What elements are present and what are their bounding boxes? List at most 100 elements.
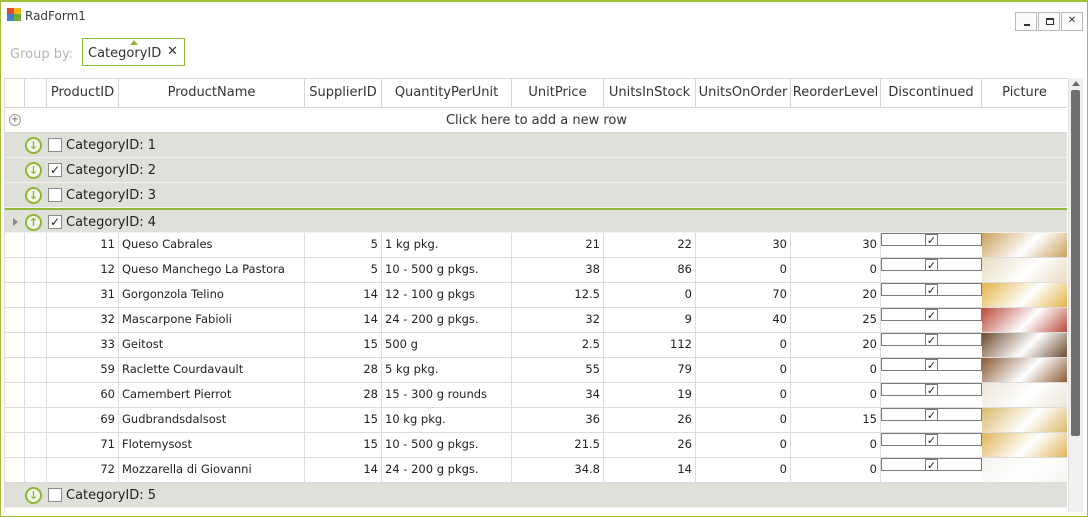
cell-productid[interactable]: 31 (47, 283, 119, 307)
cell-picture[interactable] (982, 283, 1067, 307)
expand-group-icon[interactable]: ↓ (25, 187, 42, 204)
cell-unitsonorder[interactable]: 40 (696, 308, 791, 332)
cell-productname[interactable]: Mozzarella di Giovanni (119, 458, 305, 482)
close-button[interactable]: ✕ (1061, 12, 1083, 31)
group-checkbox[interactable] (48, 488, 62, 502)
column-header-discontinued[interactable]: Discontinued (881, 79, 982, 108)
expand-group-icon[interactable]: ↓ (25, 162, 42, 179)
new-row[interactable]: + Click here to add a new row (5, 108, 1067, 133)
cell-productname[interactable]: Camembert Pierrot (119, 383, 305, 407)
cell-picture[interactable] (982, 433, 1067, 457)
title-bar[interactable]: RadForm1 ✕ (1, 2, 1087, 32)
cell-unitprice[interactable]: 12.5 (512, 283, 604, 307)
cell-unitprice[interactable]: 21 (512, 233, 604, 257)
group-row[interactable]: ↓ CategoryID: 1 (5, 133, 1067, 158)
cell-quantityperunit[interactable]: 15 - 300 g rounds (382, 383, 512, 407)
cell-supplierid[interactable]: 14 (305, 283, 382, 307)
cell-unitsinstock[interactable]: 112 (604, 333, 696, 357)
discontinued-checkbox[interactable]: ✓ (925, 234, 938, 245)
group-checkbox[interactable]: ✓ (48, 215, 62, 229)
discontinued-checkbox[interactable]: ✓ (925, 409, 938, 420)
cell-unitprice[interactable]: 34 (512, 383, 604, 407)
cell-unitsonorder[interactable]: 0 (696, 383, 791, 407)
cell-productname[interactable]: Raclette Courdavault (119, 358, 305, 382)
cell-quantityperunit[interactable]: 12 - 100 g pkgs (382, 283, 512, 307)
collapse-group-icon[interactable]: ↑ (25, 214, 42, 231)
cell-reorderlevel[interactable]: 25 (791, 308, 881, 332)
cell-unitsonorder[interactable]: 0 (696, 358, 791, 382)
remove-group-icon[interactable]: ✕ (167, 44, 178, 59)
cell-unitsinstock[interactable]: 26 (604, 433, 696, 457)
expand-group-icon[interactable]: ↓ (25, 487, 42, 504)
cell-unitprice[interactable]: 55 (512, 358, 604, 382)
cell-unitsonorder[interactable]: 0 (696, 433, 791, 457)
cell-quantityperunit[interactable]: 1 kg pkg. (382, 233, 512, 257)
cell-reorderlevel[interactable]: 0 (791, 383, 881, 407)
table-row[interactable]: 71 Flotemysost 15 10 - 500 g pkgs. 21.5 26 0 0 ✓ (5, 433, 1067, 458)
group-row[interactable]: ↓ CategoryID: 5 (5, 483, 1067, 508)
cell-quantityperunit[interactable]: 24 - 200 g pkgs. (382, 458, 512, 482)
cell-unitsinstock[interactable]: 79 (604, 358, 696, 382)
table-row[interactable]: 33 Geitost 15 500 g 2.5 112 0 20 ✓ (5, 333, 1067, 358)
cell-unitsonorder[interactable]: 0 (696, 458, 791, 482)
cell-productname[interactable]: Gorgonzola Telino (119, 283, 305, 307)
cell-supplierid[interactable]: 15 (305, 408, 382, 432)
cell-productid[interactable]: 72 (47, 458, 119, 482)
cell-unitsonorder[interactable]: 0 (696, 333, 791, 357)
cell-reorderlevel[interactable]: 30 (791, 233, 881, 257)
cell-unitprice[interactable]: 21.5 (512, 433, 604, 457)
cell-discontinued[interactable]: ✓ (881, 358, 982, 371)
cell-productname[interactable]: Queso Cabrales (119, 233, 305, 257)
discontinued-checkbox[interactable]: ✓ (925, 434, 938, 445)
cell-productid[interactable]: 69 (47, 408, 119, 432)
data-grid[interactable]: ProductID ProductName SupplierID QuantityPe… (4, 78, 1067, 512)
group-row[interactable]: ↑ ✓ CategoryID: 4 (5, 208, 1067, 233)
cell-supplierid[interactable]: 28 (305, 383, 382, 407)
cell-discontinued[interactable]: ✓ (881, 433, 982, 446)
cell-picture[interactable] (982, 233, 1067, 257)
cell-productid[interactable]: 71 (47, 433, 119, 457)
cell-productid[interactable]: 33 (47, 333, 119, 357)
cell-unitsinstock[interactable]: 19 (604, 383, 696, 407)
table-row[interactable]: 59 Raclette Courdavault 28 5 kg pkg. 55 79 0 0 ✓ (5, 358, 1067, 383)
cell-unitprice[interactable]: 36 (512, 408, 604, 432)
cell-productid[interactable]: 59 (47, 358, 119, 382)
table-row[interactable]: 60 Camembert Pierrot 28 15 - 300 g rounds 34… (5, 383, 1067, 408)
cell-picture[interactable] (982, 408, 1067, 432)
cell-unitprice[interactable]: 34.8 (512, 458, 604, 482)
cell-productid[interactable]: 60 (47, 383, 119, 407)
table-row[interactable]: 11 Queso Cabrales 5 1 kg pkg. 21 22 30 30 ✓ (5, 233, 1067, 258)
cell-productid[interactable]: 12 (47, 258, 119, 282)
discontinued-checkbox[interactable]: ✓ (925, 309, 938, 320)
cell-productname[interactable]: Flotemysost (119, 433, 305, 457)
cell-picture[interactable] (982, 308, 1067, 332)
cell-unitsinstock[interactable]: 14 (604, 458, 696, 482)
column-header-unitprice[interactable]: UnitPrice (512, 79, 604, 108)
discontinued-checkbox[interactable]: ✓ (925, 259, 938, 270)
cell-unitsonorder[interactable]: 0 (696, 258, 791, 282)
column-header-productname[interactable]: ProductName (119, 79, 305, 108)
cell-unitsinstock[interactable]: 22 (604, 233, 696, 257)
table-row[interactable]: 72 Mozzarella di Giovanni 14 24 - 200 g pkg… (5, 458, 1067, 483)
cell-unitsinstock[interactable]: 86 (604, 258, 696, 282)
group-checkbox[interactable]: ✓ (48, 163, 62, 177)
cell-productname[interactable]: Queso Manchego La Pastora (119, 258, 305, 282)
cell-unitsinstock[interactable]: 9 (604, 308, 696, 332)
group-row[interactable]: ↓ ✓ CategoryID: 2 (5, 158, 1067, 183)
cell-supplierid[interactable]: 5 (305, 258, 382, 282)
cell-reorderlevel[interactable]: 0 (791, 258, 881, 282)
cell-supplierid[interactable]: 15 (305, 433, 382, 457)
cell-reorderlevel[interactable]: 0 (791, 458, 881, 482)
column-header-quantityperunit[interactable]: QuantityPerUnit (382, 79, 512, 108)
cell-productname[interactable]: Gudbrandsdalsost (119, 408, 305, 432)
discontinued-checkbox[interactable]: ✓ (925, 359, 938, 370)
cell-productid[interactable]: 11 (47, 233, 119, 257)
cell-picture[interactable] (982, 333, 1067, 357)
column-header-productid[interactable]: ProductID (47, 79, 119, 108)
cell-unitsonorder[interactable]: 30 (696, 233, 791, 257)
column-header-supplierid[interactable]: SupplierID (305, 79, 382, 108)
cell-supplierid[interactable]: 28 (305, 358, 382, 382)
maximize-button[interactable] (1038, 12, 1060, 31)
cell-discontinued[interactable]: ✓ (881, 283, 982, 296)
cell-unitprice[interactable]: 38 (512, 258, 604, 282)
